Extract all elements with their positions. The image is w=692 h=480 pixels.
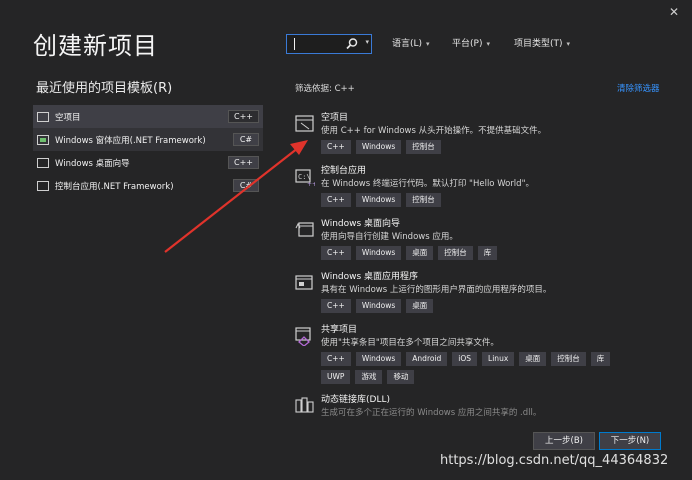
red-arrow-annotation bbox=[164, 140, 308, 253]
